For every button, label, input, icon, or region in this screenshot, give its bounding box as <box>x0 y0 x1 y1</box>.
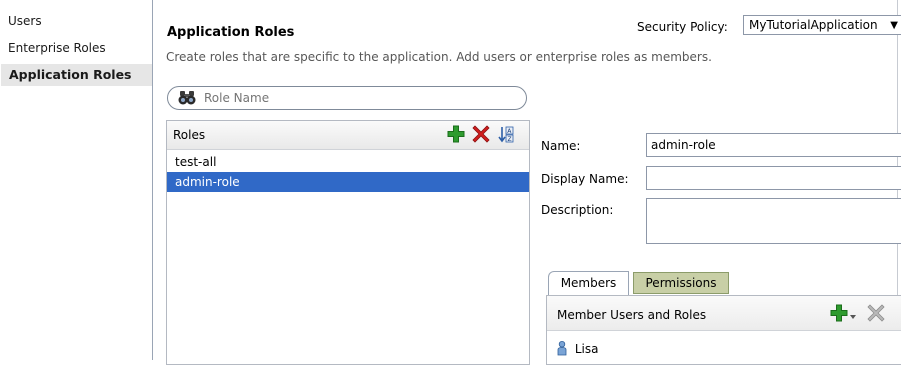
member-label: Lisa <box>574 342 599 356</box>
add-icon[interactable] <box>447 125 465 146</box>
roles-header: Roles A Z <box>167 121 529 150</box>
security-policy-select[interactable]: MyTutorialApplication ▼ <box>743 15 901 35</box>
member-row-lisa[interactable]: Lisa <box>557 341 598 359</box>
sort-icon[interactable]: A Z <box>498 126 514 146</box>
description-label: Description: <box>541 203 614 217</box>
role-row-admin-role[interactable]: admin-role <box>167 172 529 192</box>
roles-panel: Roles A Z test-all admin-role <box>166 120 530 365</box>
role-row-test-all[interactable]: test-all <box>167 152 529 172</box>
members-panel: Member Users and Roles Lisa <box>546 295 901 365</box>
user-icon <box>557 341 567 359</box>
role-search-input[interactable] <box>204 89 504 107</box>
nav-item-users[interactable]: Users <box>8 14 42 28</box>
security-policy-value: MyTutorialApplication <box>749 18 878 32</box>
add-member-icon[interactable] <box>830 304 848 325</box>
roles-header-label: Roles <box>173 128 206 142</box>
description-field[interactable] <box>646 198 901 244</box>
display-name-label: Display Name: <box>541 172 629 186</box>
binoculars-icon[interactable] <box>178 90 196 109</box>
page-title: Application Roles <box>167 25 295 40</box>
add-member-dropdown-icon[interactable] <box>850 309 856 323</box>
dropdown-arrow-icon: ▼ <box>890 20 898 31</box>
members-header-label: Member Users and Roles <box>557 308 707 322</box>
page-subtitle: Create roles that are specific to the ap… <box>166 50 712 64</box>
left-nav: Users Enterprise Roles Application Roles <box>0 0 153 360</box>
svg-text:Z: Z <box>508 136 512 143</box>
delete-icon[interactable] <box>472 125 490 146</box>
members-header: Member Users and Roles <box>547 296 901 331</box>
name-field[interactable] <box>646 133 901 157</box>
nav-item-application-roles[interactable]: Application Roles <box>1 64 152 86</box>
tab-members[interactable]: Members <box>548 271 629 295</box>
tab-permissions[interactable]: Permissions <box>633 272 729 294</box>
nav-item-enterprise-roles[interactable]: Enterprise Roles <box>8 41 106 55</box>
security-policy-label: Security Policy: <box>637 20 728 34</box>
display-name-field[interactable] <box>646 166 901 190</box>
name-label: Name: <box>541 139 581 153</box>
remove-member-icon[interactable] <box>867 304 885 325</box>
role-search-box[interactable] <box>167 86 527 110</box>
